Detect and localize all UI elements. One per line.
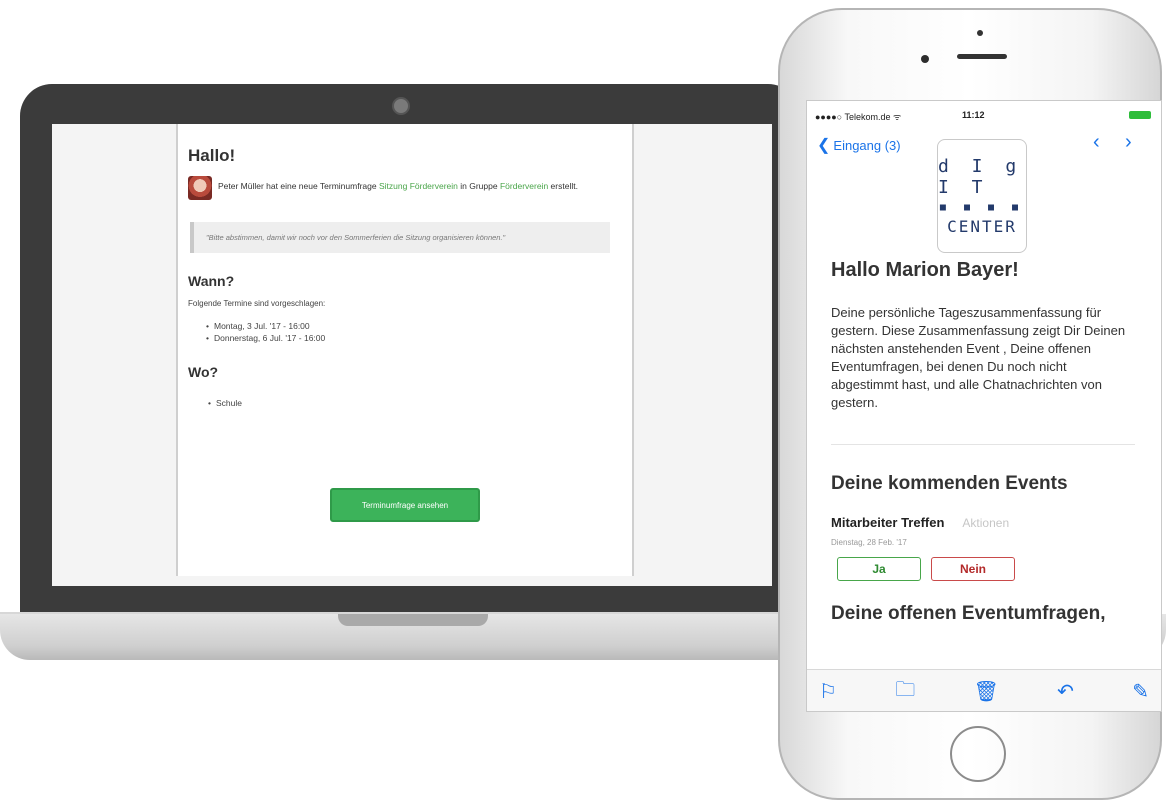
event-date: Dienstag, 28 Feb. '17	[831, 538, 907, 547]
logo-dots: ■ ■ ■ ■	[939, 202, 1025, 213]
mobile-summary: Deine persönliche Tageszusammenfassung f…	[831, 305, 1126, 410]
compose-icon[interactable]: ✎	[1132, 679, 1149, 704]
carrier-label: ●●●●○ Telekom.de ᯤ	[815, 112, 902, 122]
phone-screen: ●●●●○ Telekom.de ᯤ 11:12 ❮ Eingang (3) ‹…	[806, 100, 1162, 712]
rsvp-row: Ja Nein	[831, 557, 1135, 581]
event-row: Mitarbeiter Treffen Aktionen	[831, 515, 1135, 530]
list-item: Montag, 3 Jul. '17 - 16:00	[206, 320, 622, 332]
event-actions-link[interactable]: Aktionen	[962, 516, 1009, 530]
list-item: Donnerstag, 6 Jul. '17 - 16:00	[206, 332, 622, 344]
prev-message-button[interactable]: ‹	[1093, 131, 1100, 154]
mail-toolbar: ⚐ 🗀 🗑 ↶ ✎	[807, 669, 1161, 711]
laptop-camera-icon	[392, 97, 410, 115]
logo-line2: CENTER	[947, 217, 1017, 236]
date-list: Montag, 3 Jul. '17 - 16:00 Donnerstag, 6…	[206, 320, 622, 344]
back-label: Eingang (3)	[833, 137, 901, 153]
open-polls-heading: Deine offenen Eventumfragen,	[831, 603, 1106, 624]
reply-icon[interactable]: ↶	[1057, 679, 1074, 704]
intro-pre: Peter Müller hat eine neue Terminumfrage	[218, 181, 377, 191]
view-poll-button[interactable]: Terminumfrage ansehen	[330, 488, 480, 522]
phone-camera-icon	[921, 55, 929, 63]
divider	[831, 444, 1135, 445]
quote-block: "Bitte abstimmen, damit wir noch vor den…	[190, 222, 610, 253]
when-heading: Wann?	[188, 273, 235, 289]
intro-post: erstellt.	[550, 181, 578, 191]
where-item: Schule	[208, 398, 622, 408]
laptop-screen: Hallo! Peter Müller hat eine neue Termin…	[52, 124, 772, 586]
no-button[interactable]: Nein	[931, 557, 1015, 581]
status-time: 11:12	[962, 110, 985, 120]
flag-icon[interactable]: ⚐	[819, 679, 837, 704]
phone-sensor-icon	[977, 30, 983, 36]
trash-icon[interactable]: 🗑	[974, 679, 999, 704]
email-card: Hallo! Peter Müller hat eine neue Termin…	[176, 124, 634, 576]
yes-button[interactable]: Ja	[837, 557, 921, 581]
where-heading: Wo?	[188, 364, 219, 380]
avatar	[188, 176, 212, 200]
upcoming-events-heading: Deine kommenden Events	[831, 473, 1068, 494]
chevron-left-icon: ❮	[817, 137, 831, 154]
next-message-button[interactable]: ›	[1125, 131, 1132, 154]
email-greeting: Hallo!	[188, 146, 236, 165]
intro-mid: in Gruppe	[460, 181, 498, 191]
intro-text: Peter Müller hat eine neue Terminumfrage…	[218, 180, 578, 192]
phone-speaker-icon	[957, 54, 1007, 59]
logo-line1: d I g I T	[938, 156, 1023, 198]
email-intro: Peter Müller hat eine neue Terminumfrage…	[188, 176, 622, 200]
poll-link[interactable]: Sitzung Förderverein	[379, 181, 458, 191]
mobile-email-content: Hallo Marion Bayer! Deine persönliche Ta…	[831, 259, 1135, 625]
battery-icon	[1129, 111, 1151, 119]
digit-center-logo: d I g I T ■ ■ ■ ■ CENTER	[937, 139, 1027, 253]
when-text: Folgende Termine sind vorgeschlagen:	[188, 299, 326, 308]
status-bar: ●●●●○ Telekom.de ᯤ 11:12	[807, 101, 1161, 127]
folder-icon[interactable]: 🗀	[895, 675, 915, 709]
mobile-greeting: Hallo Marion Bayer!	[831, 259, 1019, 281]
event-title: Mitarbeiter Treffen	[831, 515, 945, 530]
back-button[interactable]: ❮ Eingang (3)	[817, 135, 901, 155]
laptop-notch	[338, 614, 488, 626]
home-button[interactable]	[950, 726, 1006, 782]
group-link[interactable]: Förderverein	[500, 181, 548, 191]
